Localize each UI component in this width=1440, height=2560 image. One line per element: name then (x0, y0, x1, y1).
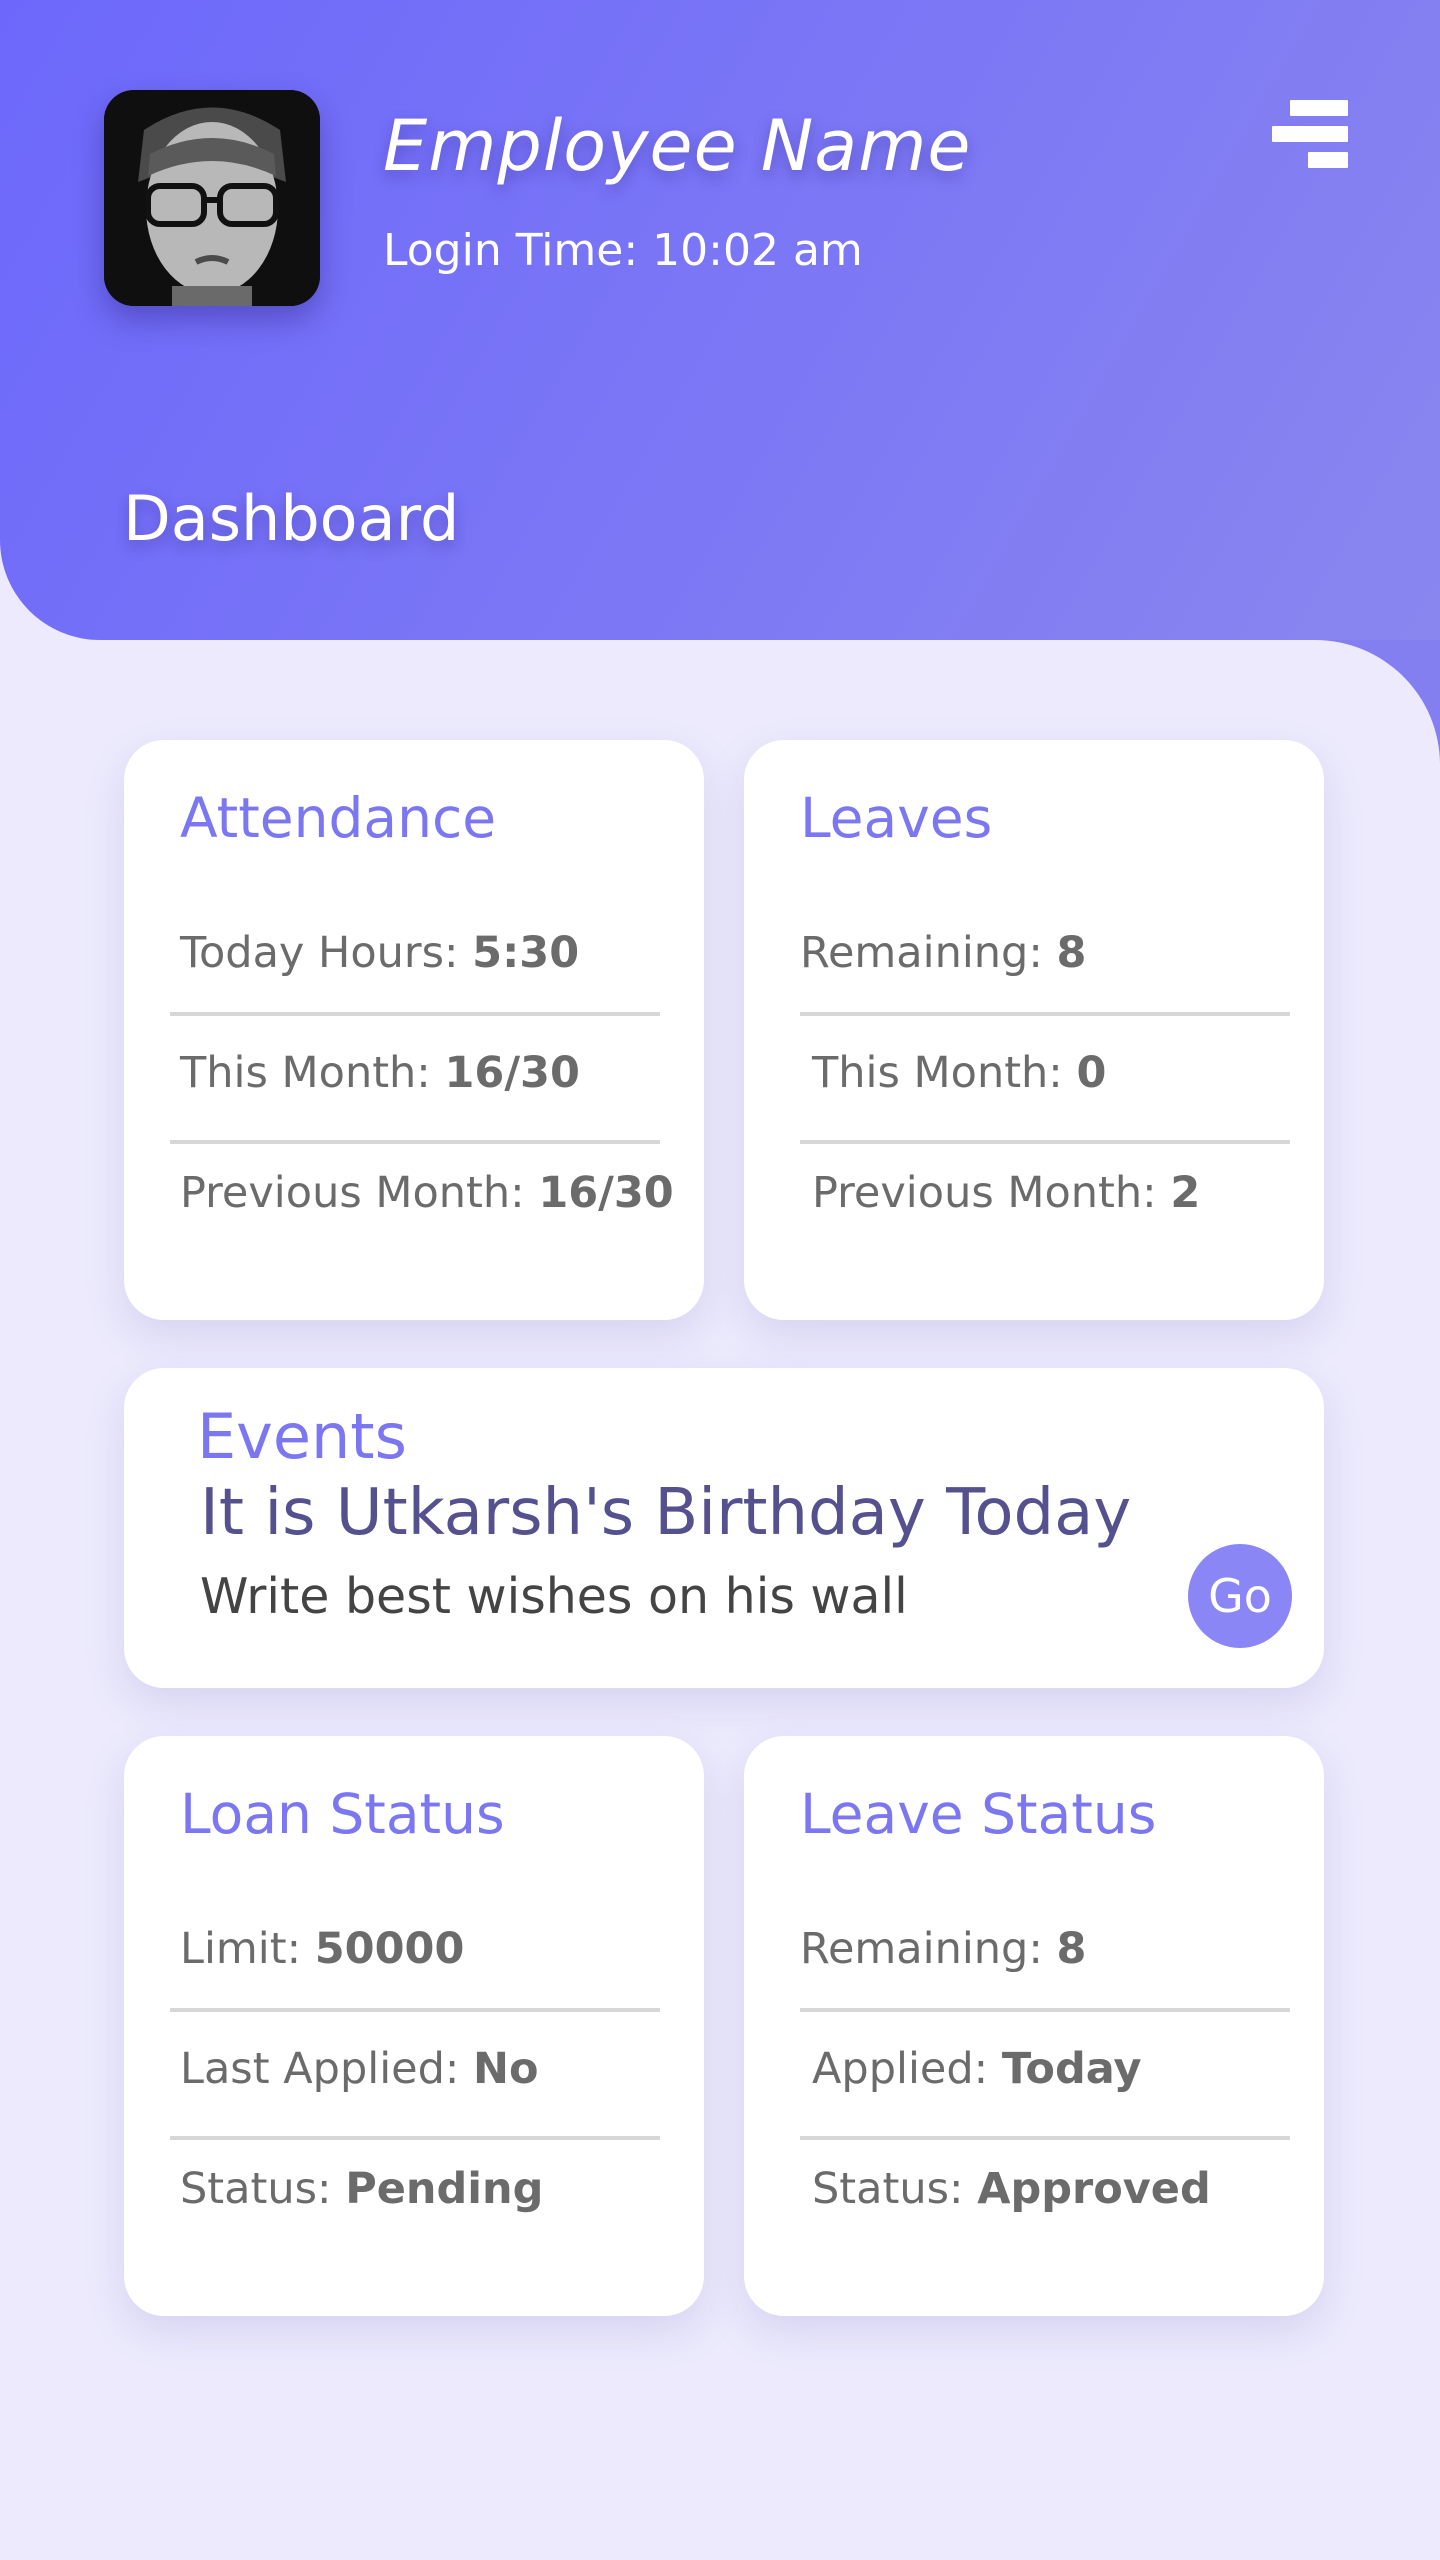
card-title: Leave Status (800, 1782, 1157, 1846)
leaves-card[interactable]: Leaves Remaining: 8 This Month: 0 Previo… (744, 740, 1324, 1320)
divider (170, 1140, 660, 1144)
events-title: Events (197, 1400, 407, 1473)
loan-row: Status: Pending (180, 2164, 543, 2214)
row-value: 16/30 (538, 1168, 674, 1218)
row-value: No (473, 2044, 539, 2094)
row-value: 5:30 (472, 928, 580, 978)
row-label: Remaining: (800, 1924, 1043, 1974)
row-label: Previous Month: (812, 1168, 1157, 1218)
row-value: 50000 (314, 1924, 465, 1974)
leave-status-row: Applied: Today (812, 2044, 1141, 2094)
row-label: Previous Month: (180, 1168, 525, 1218)
row-value: 8 (1056, 1924, 1087, 1974)
divider (800, 2008, 1290, 2012)
header: Employee Name Login Time: 10:02 am Dashb… (0, 0, 1440, 640)
row-value: 16/30 (444, 1048, 580, 1098)
event-headline: It is Utkarsh's Birthday Today (200, 1476, 1132, 1550)
leaves-row: Previous Month: 2 (812, 1168, 1200, 1218)
events-card[interactable]: Events It is Utkarsh's Birthday Today Wr… (124, 1368, 1324, 1688)
row-value: Approved (977, 2164, 1211, 2214)
row-label: Today Hours: (180, 928, 459, 978)
leave-status-row: Status: Approved (812, 2164, 1211, 2214)
card-title: Leaves (800, 786, 993, 850)
employee-photo-icon (104, 90, 320, 306)
header-curve (1315, 640, 1440, 765)
row-label: Applied: (812, 2044, 989, 2094)
event-subtext: Write best wishes on his wall (200, 1568, 908, 1625)
row-value: 0 (1076, 1048, 1107, 1098)
card-title: Attendance (180, 786, 497, 850)
row-label: Status: (180, 2164, 332, 2214)
avatar[interactable] (104, 90, 320, 306)
login-time: Login Time: 10:02 am (383, 225, 863, 276)
row-value: Today (1001, 2044, 1142, 2094)
attendance-card[interactable]: Attendance Today Hours: 5:30 This Month:… (124, 740, 704, 1320)
row-label: This Month: (812, 1048, 1063, 1098)
loan-row: Last Applied: No (180, 2044, 539, 2094)
attendance-row: Today Hours: 5:30 (180, 928, 579, 978)
leave-status-row: Remaining: 8 (800, 1924, 1086, 1974)
divider (170, 2136, 660, 2140)
row-label: Last Applied: (180, 2044, 460, 2094)
menu-line (1272, 126, 1348, 142)
row-label: Remaining: (800, 928, 1043, 978)
card-title: Loan Status (180, 1782, 505, 1846)
leave-status-card[interactable]: Leave Status Remaining: 8 Applied: Today… (744, 1736, 1324, 2316)
row-value: Pending (345, 2164, 544, 2214)
row-label: Status: (812, 2164, 964, 2214)
loan-row: Limit: 50000 (180, 1924, 464, 1974)
loan-status-card[interactable]: Loan Status Limit: 50000 Last Applied: N… (124, 1736, 704, 2316)
divider (800, 2136, 1290, 2140)
divider (800, 1012, 1290, 1016)
menu-line (1290, 100, 1348, 116)
leaves-row: This Month: 0 (812, 1048, 1106, 1098)
row-label: This Month: (180, 1048, 431, 1098)
menu-line (1308, 152, 1348, 168)
leaves-row: Remaining: 8 (800, 928, 1086, 978)
divider (800, 1140, 1290, 1144)
divider (170, 2008, 660, 2012)
employee-name: Employee Name (383, 105, 972, 187)
attendance-row: This Month: 16/30 (180, 1048, 580, 1098)
row-value: 8 (1056, 928, 1087, 978)
divider (170, 1012, 660, 1016)
row-label: Limit: (180, 1924, 302, 1974)
page-title: Dashboard (123, 482, 460, 555)
row-value: 2 (1170, 1168, 1201, 1218)
go-button[interactable]: Go (1188, 1544, 1292, 1648)
menu-icon[interactable] (1272, 100, 1348, 168)
attendance-row: Previous Month: 16/30 (180, 1168, 674, 1218)
